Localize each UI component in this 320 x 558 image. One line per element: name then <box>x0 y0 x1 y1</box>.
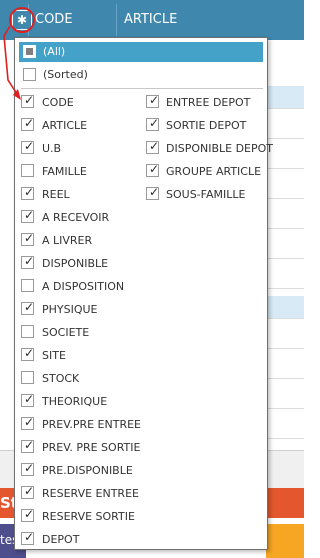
grid-row[interactable] <box>264 386 304 409</box>
checkmark-icon: ✓ <box>24 93 35 107</box>
grid-row[interactable] <box>264 86 304 109</box>
column-label-prev-pre-sortie: PREV. PRE SORTIE <box>42 441 141 454</box>
column-checkbox-sous-famille[interactable]: ✓ <box>146 185 160 200</box>
column-header-article[interactable]: ARTICLE <box>124 12 177 27</box>
grid-row[interactable] <box>264 356 304 379</box>
checkmark-icon: ✓ <box>24 300 35 314</box>
checkmark-icon: ✓ <box>24 530 35 544</box>
column-checkbox-a-livrer[interactable]: ✓ <box>21 231 35 246</box>
column-checkbox-reel[interactable]: ✓ <box>21 185 35 200</box>
column-label-groupe-article: GROUPE ARTICLE <box>166 165 262 178</box>
checkmark-icon: ✓ <box>24 254 35 268</box>
checkmark-icon: ✓ <box>24 484 35 498</box>
column-chooser-popup: (All) (Sorted) ✓ CODE ✓ ARTICLE ✓ U.B FAMILLE ✓… <box>14 37 273 550</box>
column-label-reserve-entree: RESERVE ENTREE <box>42 487 139 500</box>
highlight-circle <box>9 7 35 33</box>
header-separator <box>116 4 117 36</box>
column-label-sous-famille: SOUS-FAMILLE <box>166 188 246 201</box>
checkmark-icon: ✓ <box>24 461 35 475</box>
checkmark-icon: ✓ <box>149 93 160 107</box>
column-label-stock: STOCK <box>42 372 80 385</box>
column-label-theorique: THEORIQUE <box>42 395 108 408</box>
column-label-a-livrer: A LIVRER <box>42 234 93 247</box>
column-checkbox-sortie-depot[interactable]: ✓ <box>146 116 160 131</box>
column-checkbox-a-disposition[interactable] <box>21 279 34 292</box>
checkmark-icon: ✓ <box>24 231 35 245</box>
footer-button-right[interactable] <box>266 524 304 558</box>
column-label-disponible: DISPONIBLE <box>42 257 109 270</box>
grid-row[interactable] <box>264 326 304 349</box>
column-label-site: SITE <box>42 349 66 362</box>
column-checkbox-theorique[interactable]: ✓ <box>21 392 35 407</box>
column-checkbox-u-b[interactable]: ✓ <box>21 139 35 154</box>
select-all-row[interactable]: (All) <box>19 42 263 62</box>
checkmark-icon: ✓ <box>24 139 35 153</box>
checkmark-icon: ✓ <box>24 346 35 360</box>
column-checkbox-disponible[interactable]: ✓ <box>21 254 35 269</box>
column-label-u-b: U.B <box>42 142 62 155</box>
checkmark-icon: ✓ <box>24 116 35 130</box>
column-label-pre-disponible: PRE.DISPONIBLE <box>42 464 133 477</box>
column-checkbox-depot[interactable]: ✓ <box>21 530 35 545</box>
column-checkbox-reserve-entree[interactable]: ✓ <box>21 484 35 499</box>
select-all-label: (All) <box>43 45 66 58</box>
column-checkbox-pre-disponible[interactable]: ✓ <box>21 461 35 476</box>
checkmark-icon: ✓ <box>24 208 35 222</box>
grid-row[interactable] <box>264 206 304 229</box>
column-label-reserve-sortie: RESERVE SORTIE <box>42 510 135 523</box>
checkmark-icon: ✓ <box>24 415 35 429</box>
column-checkbox-article[interactable]: ✓ <box>21 116 35 131</box>
column-label-societe: SOCIETE <box>42 326 90 339</box>
column-label-prev-pre-entree: PREV.PRE ENTREE <box>42 418 141 431</box>
grid-row[interactable] <box>264 176 304 199</box>
column-checkbox-disponible-depot[interactable]: ✓ <box>146 139 160 154</box>
column-label-famille: FAMILLE <box>42 165 87 178</box>
popup-divider <box>21 88 263 89</box>
grid-row[interactable] <box>264 116 304 139</box>
column-label-physique: PHYSIQUE <box>42 303 98 316</box>
column-header-code[interactable]: CODE <box>35 12 73 27</box>
checkmark-icon: ✓ <box>149 116 160 130</box>
column-checkbox-physique[interactable]: ✓ <box>21 300 35 315</box>
checkmark-icon: ✓ <box>149 139 160 153</box>
select-all-checkbox[interactable] <box>23 45 36 58</box>
column-checkbox-entree-depot[interactable]: ✓ <box>146 93 160 108</box>
column-label-disponible-depot: DISPONIBLE DEPOT <box>166 142 274 155</box>
column-label-article: ARTICLE <box>42 119 88 132</box>
column-label-sortie-depot: SORTIE DEPOT <box>166 119 247 132</box>
checkmark-icon: ✓ <box>24 507 35 521</box>
column-label-code: CODE <box>42 96 74 109</box>
sorted-label: (Sorted) <box>43 68 88 81</box>
column-checkbox-code[interactable]: ✓ <box>21 93 35 108</box>
column-label-a-disposition: A DISPOSITION <box>42 280 125 293</box>
checkmark-icon: ✓ <box>149 162 160 176</box>
grid-row[interactable] <box>264 266 304 289</box>
column-label-entree-depot: ENTREE DEPOT <box>166 96 251 109</box>
grid-row[interactable] <box>264 296 304 319</box>
checkmark-icon: ✓ <box>24 438 35 452</box>
grid-header: CODE ARTICLE <box>0 0 304 40</box>
grid-row[interactable] <box>264 416 304 439</box>
column-checkbox-reserve-sortie[interactable]: ✓ <box>21 507 35 522</box>
grid-row[interactable] <box>264 236 304 259</box>
sorted-checkbox[interactable] <box>23 68 36 81</box>
checkmark-icon: ✓ <box>24 185 35 199</box>
column-checkbox-site[interactable]: ✓ <box>21 346 35 361</box>
column-checkbox-prev-pre-entree[interactable]: ✓ <box>21 415 35 430</box>
column-checkbox-societe[interactable] <box>21 325 34 338</box>
checkmark-icon: ✓ <box>149 185 160 199</box>
column-checkbox-stock[interactable] <box>21 371 34 384</box>
column-label-a-recevoir: A RECEVOIR <box>42 211 110 224</box>
column-checkbox-a-recevoir[interactable]: ✓ <box>21 208 35 223</box>
checkmark-icon: ✓ <box>24 392 35 406</box>
column-label-reel: REEL <box>42 188 70 201</box>
column-checkbox-prev-pre-sortie[interactable]: ✓ <box>21 438 35 453</box>
column-checkbox-famille[interactable] <box>21 164 34 177</box>
column-label-depot: DEPOT <box>42 533 80 546</box>
column-checkbox-groupe-article[interactable]: ✓ <box>146 162 160 177</box>
